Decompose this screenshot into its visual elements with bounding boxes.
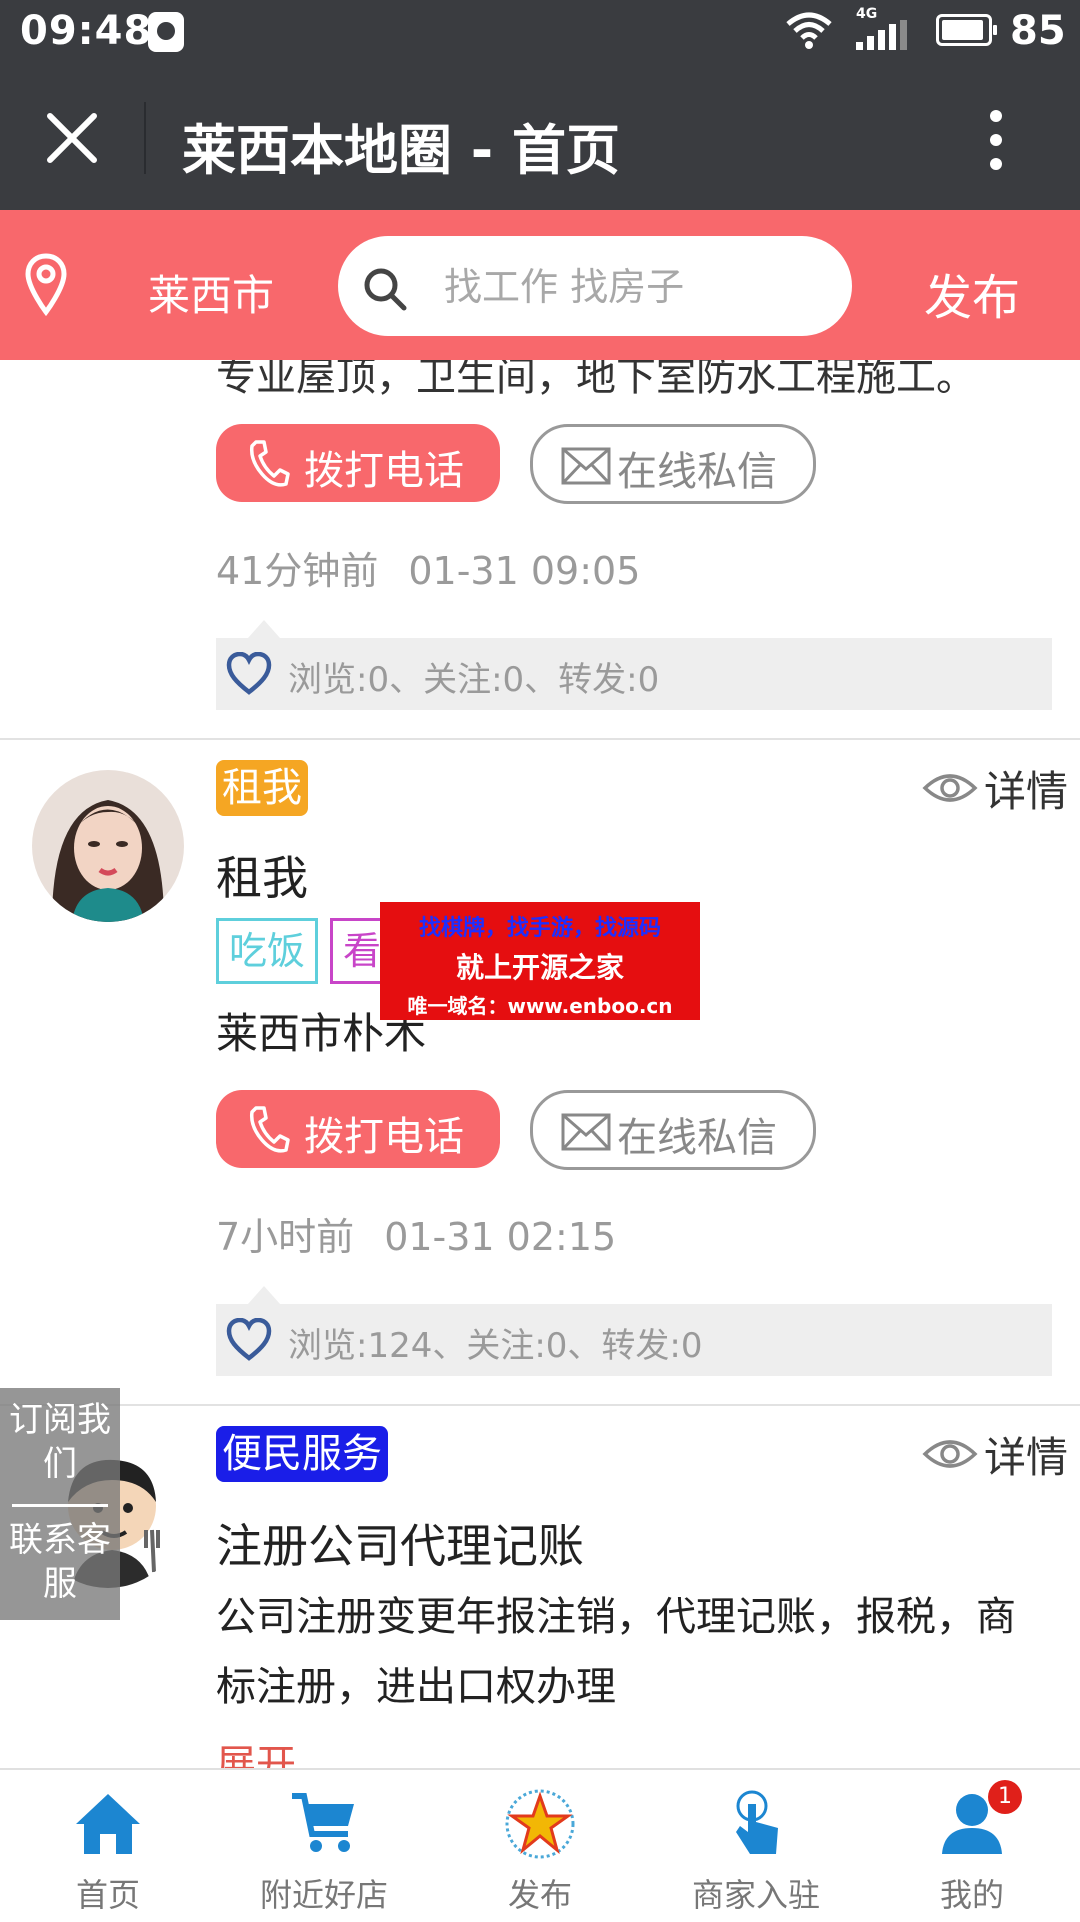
- post-date: 01-31 02:15: [384, 1215, 617, 1259]
- title-divider: [144, 102, 146, 174]
- battery-icon: [936, 14, 997, 46]
- post-stats: 浏览:124、关注:0、转发:0: [216, 1286, 1052, 1376]
- heart-icon[interactable]: [226, 652, 272, 696]
- title-bar: 莱西本地圈 - 首页: [0, 66, 1080, 210]
- message-button[interactable]: 在线私信: [530, 424, 816, 504]
- details-link[interactable]: 详情: [922, 758, 1072, 816]
- subscribe-button[interactable]: 订阅我们: [0, 1398, 120, 1486]
- post-time: 7小时前 01-31 02:15: [216, 1206, 616, 1261]
- stats-pointer: [248, 620, 280, 638]
- post-time-ago: 41分钟前: [216, 549, 379, 593]
- details-label: 详情: [984, 767, 1069, 816]
- status-bar: 09:48 4G 85: [0, 0, 1080, 66]
- tab-label: 我的: [939, 1876, 1004, 1914]
- city-selector[interactable]: 莱西市: [148, 262, 274, 323]
- wifi-icon: [786, 12, 832, 49]
- post-divider: [0, 1404, 1080, 1406]
- post-description: 专业屋顶，卫生间，地下室防水工程施工。: [216, 360, 976, 400]
- details-label: 详情: [984, 1433, 1069, 1482]
- category-badge[interactable]: 租我: [216, 760, 308, 816]
- bottom-tab-bar: 首页 附近好店 发布 商家入驻 1 我的: [0, 1768, 1080, 1922]
- ad-banner[interactable]: 找棋牌，找手游，找源码 就上开源之家 唯一域名：www.enboo.cn: [380, 902, 700, 1020]
- more-menu-icon[interactable]: [984, 108, 1008, 172]
- shopping-cart-icon: [292, 1793, 354, 1852]
- post-time: 41分钟前 01-31 09:05: [216, 540, 640, 595]
- notification-badge: 1: [988, 1780, 1022, 1814]
- signal-icon: [856, 20, 907, 50]
- post-description: 公司注册变更年报注销，代理记账，报税，商标注册，进出口权办理: [216, 1594, 1016, 1710]
- tab-publish[interactable]: 发布: [432, 1770, 648, 1922]
- tab-label: 首页: [75, 1876, 140, 1914]
- location-pin-icon[interactable]: [24, 252, 68, 318]
- post-stats: 浏览:0、关注:0、转发:0: [216, 620, 1052, 710]
- call-button[interactable]: 拨打电话: [216, 424, 500, 502]
- phone-icon: [249, 440, 290, 487]
- stats-pointer: [248, 1286, 280, 1304]
- search-box[interactable]: [338, 236, 852, 336]
- status-time: 09:48: [20, 8, 153, 54]
- mail-icon: [561, 1113, 611, 1151]
- tab-label: 发布: [507, 1876, 572, 1914]
- tab-label: 附近好店: [259, 1876, 388, 1914]
- ad-line-1: 找棋牌，找手游，找源码: [418, 916, 661, 941]
- eye-icon: [922, 1440, 978, 1468]
- close-icon[interactable]: [40, 106, 104, 170]
- floating-panel: 订阅我们 联系客服: [0, 1388, 120, 1620]
- eye-icon: [922, 774, 978, 802]
- battery-level: 85: [1010, 8, 1066, 54]
- ad-line-3: 唯一域名：www.enboo.cn: [407, 994, 673, 1018]
- ad-line-2: 就上开源之家: [455, 951, 624, 984]
- message-button-label: 在线私信: [617, 449, 777, 495]
- tag: 吃饭: [216, 918, 319, 984]
- tab-merchant-join[interactable]: 商家入驻: [648, 1770, 864, 1922]
- tab-nearby-shops[interactable]: 附近好店: [216, 1770, 432, 1922]
- tap-hand-icon: [736, 1790, 778, 1854]
- post-date: 01-31 09:05: [408, 549, 641, 593]
- page-title: 莱西本地圈 - 首页: [182, 119, 621, 182]
- call-button-label: 拨打电话: [304, 1114, 464, 1160]
- heart-icon[interactable]: [226, 1318, 272, 1362]
- publish-button[interactable]: 发布: [924, 258, 1020, 328]
- search-icon: [364, 268, 407, 311]
- mail-icon: [561, 447, 611, 485]
- tab-label: 商家入驻: [691, 1876, 820, 1914]
- tab-mine[interactable]: 1 我的: [864, 1770, 1080, 1922]
- call-button[interactable]: 拨打电话: [216, 1090, 500, 1168]
- post-divider: [0, 738, 1080, 740]
- customer-service-button[interactable]: 联系客服: [0, 1518, 120, 1606]
- call-button-label: 拨打电话: [304, 448, 464, 494]
- avatar[interactable]: [32, 770, 184, 922]
- search-input[interactable]: [442, 258, 826, 316]
- home-icon: [76, 1794, 140, 1854]
- stats-text: 浏览:0、关注:0、转发:0: [288, 660, 660, 700]
- post-time-ago: 7小时前: [216, 1215, 355, 1259]
- expand-link[interactable]: 展开: [216, 1732, 296, 1768]
- stats-text: 浏览:124、关注:0、转发:0: [288, 1326, 703, 1366]
- panel-divider: [12, 1504, 108, 1507]
- phone-icon: [249, 1106, 290, 1153]
- post-title[interactable]: 租我: [216, 842, 308, 908]
- post-title[interactable]: 注册公司代理记账: [216, 1510, 584, 1576]
- search-header: 莱西市 发布: [0, 210, 1080, 360]
- post-feed[interactable]: 专业屋顶，卫生间，地下室防水工程施工。 拨打电话 在线私信 41分钟前 01-31…: [0, 360, 1080, 1768]
- details-link[interactable]: 详情: [922, 1424, 1072, 1482]
- message-button-label: 在线私信: [617, 1115, 777, 1161]
- tab-home[interactable]: 首页: [0, 1770, 216, 1922]
- star-icon: [505, 1789, 575, 1859]
- category-badge[interactable]: 便民服务: [216, 1426, 388, 1482]
- message-button[interactable]: 在线私信: [530, 1090, 816, 1170]
- qq-notification-icon: [148, 12, 184, 52]
